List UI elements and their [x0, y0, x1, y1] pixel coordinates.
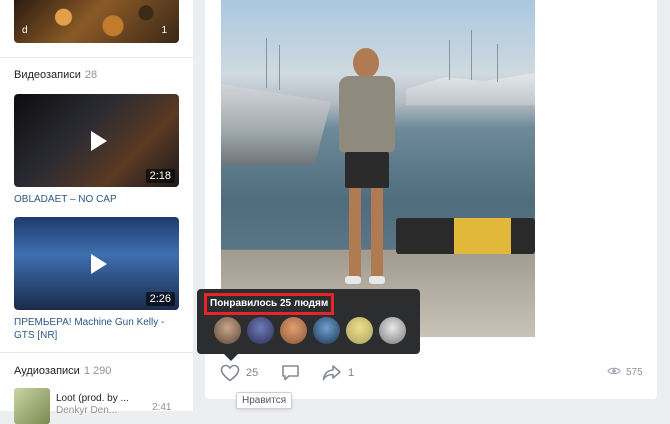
post-photo[interactable]: [221, 0, 535, 337]
avatar[interactable]: [346, 317, 373, 344]
audio-count: 1 290: [83, 365, 112, 377]
videos-count: 28: [84, 69, 98, 81]
thumbnail-overlay-right: 1: [161, 25, 167, 36]
likes-popup-title[interactable]: Понравилось 25 людям: [204, 293, 335, 315]
share-button[interactable]: 1: [322, 363, 354, 383]
thumbnail-overlay-left: d: [22, 25, 28, 36]
avatar[interactable]: [313, 317, 340, 344]
audio-track-duration: 2:41: [152, 402, 172, 413]
eye-icon: [607, 366, 621, 379]
videos-section-title[interactable]: Видеозаписи: [14, 69, 81, 81]
avatar[interactable]: [280, 317, 307, 344]
video-thumbnail[interactable]: 2:26: [14, 217, 179, 310]
audio-section-header[interactable]: Аудиозаписи 1 290: [14, 365, 111, 377]
video-duration: 2:18: [145, 169, 175, 183]
comment-icon: [281, 364, 300, 382]
photo-thumbnail[interactable]: d 1: [14, 0, 179, 43]
video-title-link[interactable]: OBLADAET – NO CAP: [14, 193, 184, 206]
audio-section-title[interactable]: Аудиозаписи: [14, 365, 80, 377]
avatar[interactable]: [379, 317, 406, 344]
play-icon[interactable]: [90, 253, 107, 274]
liker-avatars: [214, 317, 406, 344]
heart-icon: [220, 364, 240, 382]
views-counter: 575: [607, 366, 643, 379]
videos-section-header[interactable]: Видеозаписи 28: [14, 69, 97, 81]
comment-button[interactable]: [281, 363, 300, 383]
shares-count: 1: [348, 367, 355, 379]
like-button[interactable]: 25: [220, 363, 258, 383]
likes-count: 25: [246, 367, 259, 379]
divider: [0, 57, 193, 58]
share-icon: [322, 364, 342, 382]
likes-popup: Понравилось 25 людям: [197, 289, 420, 361]
audio-track-title[interactable]: Loot (prod. by ...: [56, 393, 129, 404]
play-icon[interactable]: [90, 130, 107, 151]
video-duration: 2:26: [145, 292, 175, 306]
video-title-link[interactable]: ПРЕМЬЕРА! Machine Gun Kelly - GTS [NR]: [14, 316, 184, 342]
views-count: 575: [626, 367, 643, 378]
audio-cover[interactable]: [14, 388, 50, 424]
video-thumbnail[interactable]: 2:18: [14, 94, 179, 187]
avatar[interactable]: [247, 317, 274, 344]
like-tooltip: Нравится: [236, 392, 293, 409]
divider: [0, 352, 193, 353]
left-column: d 1 Видеозаписи 28 2:18 OBLADAET – NO CAP…: [0, 0, 193, 424]
avatar[interactable]: [214, 317, 241, 344]
